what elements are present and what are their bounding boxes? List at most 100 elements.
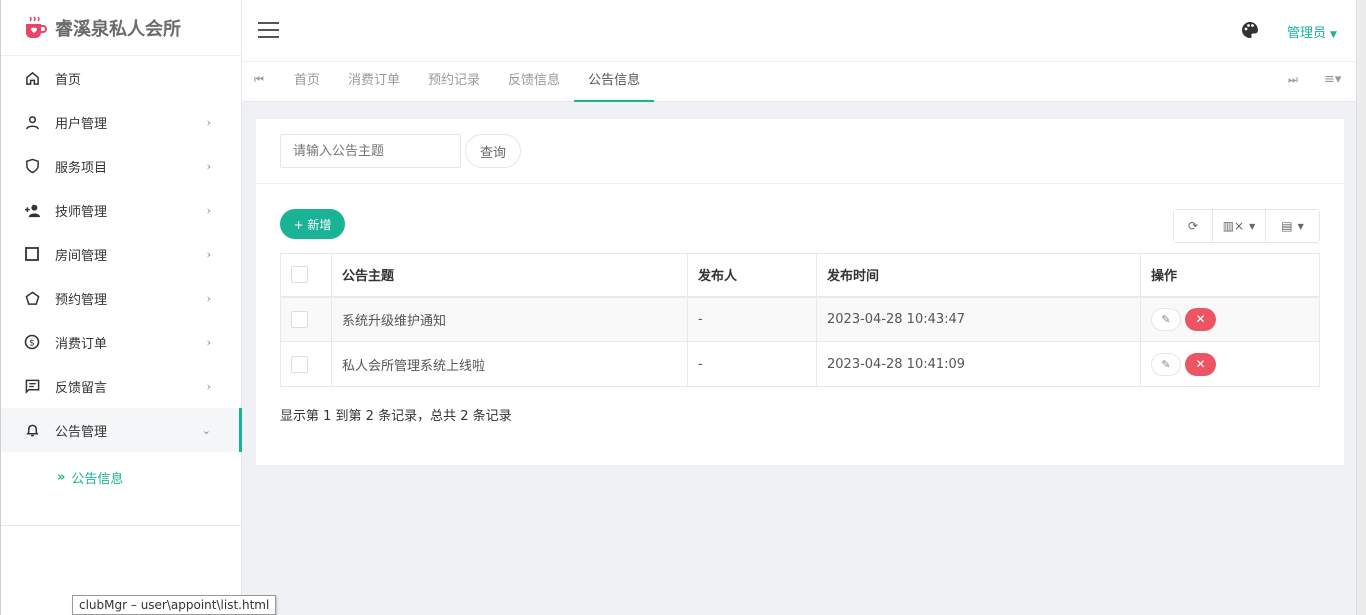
delete-button[interactable]: ✕ [1185,307,1216,331]
chevron-right-icon: › [206,291,211,305]
sidebar-item-label: 反馈留言 [55,380,108,396]
chevron-right-icon: › [206,115,211,129]
publisher-cell: - [687,341,817,387]
column-header[interactable]: 发布人 [687,253,817,298]
export-button[interactable]: ▤ ▼ [1266,210,1319,242]
chevron-right-icon: › [206,203,211,217]
sidebar-item-users[interactable]: 用户管理 › [1,100,241,144]
svg-text:$: $ [29,339,35,349]
refresh-icon: ⟳ [1187,219,1199,233]
row-checkbox[interactable] [291,310,308,328]
sidebar-item-label: 预约管理 [55,292,108,308]
tab-options-icon[interactable]: ≡▾ [1324,72,1341,87]
sidebar-divider [1,525,242,526]
user-plus-icon [23,201,41,219]
pencil-icon: ✎ [1161,312,1171,326]
close-icon: ✕ [1195,357,1206,371]
sidebar-item-label: 首页 [55,72,82,88]
actions-cell: ✎ ✕ [1140,296,1320,342]
search-button[interactable]: 查询 [465,134,521,168]
tab-appointments[interactable]: 预约记录 [414,62,494,102]
publisher-cell: - [687,296,817,342]
columns-button[interactable]: ▥× ▼ [1213,210,1266,242]
title-cell: 私人会所管理系统上线啦 [331,341,688,387]
admin-dropdown[interactable]: 管理员 ▼ [1287,22,1337,41]
pagination-info: 显示第 1 到第 2 条记录，总共 2 条记录 [280,409,512,424]
tab-home[interactable]: 首页 [280,62,334,102]
caret-down-icon: ▼ [1249,221,1256,231]
menu-toggle-icon[interactable] [258,22,279,38]
sidebar-item-appointments[interactable]: 预约管理 › [1,276,241,320]
sidebar-item-home[interactable]: 首页 [1,56,241,100]
topbar: 管理员 ▼ [242,0,1356,62]
row-select-cell [280,296,332,342]
user-icon [23,113,41,131]
square-icon [23,245,41,263]
file-icon: ▤ [1281,219,1293,233]
column-header[interactable]: 公告主题 [331,253,688,298]
tabs-bar: ⏮ 首页 消费订单 预约记录 反馈信息 公告信息 ⏭ ≡▾ [242,62,1356,102]
select-all-checkbox[interactable] [291,266,308,284]
home-icon [23,69,41,87]
tab-scroll-left-icon[interactable]: ⏮ [254,73,264,87]
chevron-right-icon: › [206,247,211,261]
announcements-table: 公告主题 发布人 发布时间 操作 系统升级维护通知 - 2023-04-28 1… [280,253,1320,387]
sidebar-item-feedback[interactable]: 反馈留言 › [1,364,241,408]
sidebar: 睿溪泉私人会所 首页 用户管理 › 服务项目 › 技师管理 › 房间管理 › 预… [0,0,242,615]
chevron-right-icon: › [206,159,211,173]
column-header: 操作 [1140,253,1320,298]
tab-feedback[interactable]: 反馈信息 [494,62,574,102]
row-select-cell [280,341,332,387]
refresh-button[interactable]: ⟳ [1174,210,1213,242]
columns-icon: ▥× [1222,219,1245,233]
sidebar-item-services[interactable]: 服务项目 › [1,144,241,188]
coin-icon: $ [23,333,41,351]
divider [256,183,1344,184]
sidebar-item-rooms[interactable]: 房间管理 › [1,232,241,276]
submenu-item-label: 公告信息 [71,471,124,487]
time-cell: 2023-04-28 10:41:09 [816,341,1141,387]
add-button[interactable]: + 新增 [280,209,345,239]
sidebar-menu: 首页 用户管理 › 服务项目 › 技师管理 › 房间管理 › 预约管理 › $ … [1,56,242,502]
close-icon: ✕ [1195,312,1206,327]
bell-icon [23,421,41,439]
sidebar-item-label: 用户管理 [55,116,108,132]
row-checkbox[interactable] [291,355,308,373]
pencil-icon: ✎ [1161,357,1171,371]
edit-button[interactable]: ✎ [1151,352,1181,376]
sidebar-item-label: 服务项目 [55,160,108,176]
table-toolbar: ⟳ ▥× ▼ ▤ ▼ [1173,209,1320,243]
palette-icon[interactable] [1240,20,1260,40]
sidebar-item-announcements[interactable]: 公告管理 ⌄ [1,408,242,452]
chevron-down-icon: ⌄ [201,423,211,437]
coffee-cup-icon [21,14,49,42]
tab-announcements[interactable]: 公告信息 [574,62,655,102]
select-all-cell [280,253,332,298]
double-chevron-icon: » [57,469,66,485]
edit-button[interactable]: ✎ [1151,307,1181,331]
chevron-right-icon: › [206,379,211,393]
search-row: 查询 [280,134,521,168]
chevron-right-icon: › [206,335,211,349]
tab-scroll-right-icon[interactable]: ⏭ [1288,73,1298,87]
submenu-item-announcement-info[interactable]: » 公告信息 [1,452,241,502]
vertical-scrollbar[interactable] [1356,0,1366,615]
sidebar-item-technicians[interactable]: 技师管理 › [1,188,241,232]
main-panel: 查询 + 新增 ⟳ ▥×▼ ▤▼ 公告主题 发布人 发布时间 操作 系统升级 [256,119,1344,465]
shield-icon [23,157,41,175]
tab-list: 首页 消费订单 预约记录 反馈信息 公告信息 [280,62,655,102]
sidebar-item-label: 技师管理 [55,204,108,220]
table-row: 私人会所管理系统上线啦 - 2023-04-28 10:41:09 ✎ ✕ [280,341,1320,387]
time-cell: 2023-04-28 10:43:47 [816,296,1141,342]
actions-cell: ✎ ✕ [1140,341,1320,387]
caret-down-icon: ▼ [1297,221,1304,231]
delete-button[interactable]: ✕ [1185,352,1216,376]
sidebar-item-orders[interactable]: $ 消费订单 › [1,320,241,364]
sidebar-item-label: 公告管理 [55,424,108,440]
column-header[interactable]: 发布时间 [816,253,1141,298]
tab-orders[interactable]: 消费订单 [334,62,414,102]
logo[interactable]: 睿溪泉私人会所 [1,0,241,56]
table-header-row: 公告主题 发布人 发布时间 操作 [280,253,1320,298]
search-input[interactable] [280,134,461,168]
message-icon [23,377,41,395]
